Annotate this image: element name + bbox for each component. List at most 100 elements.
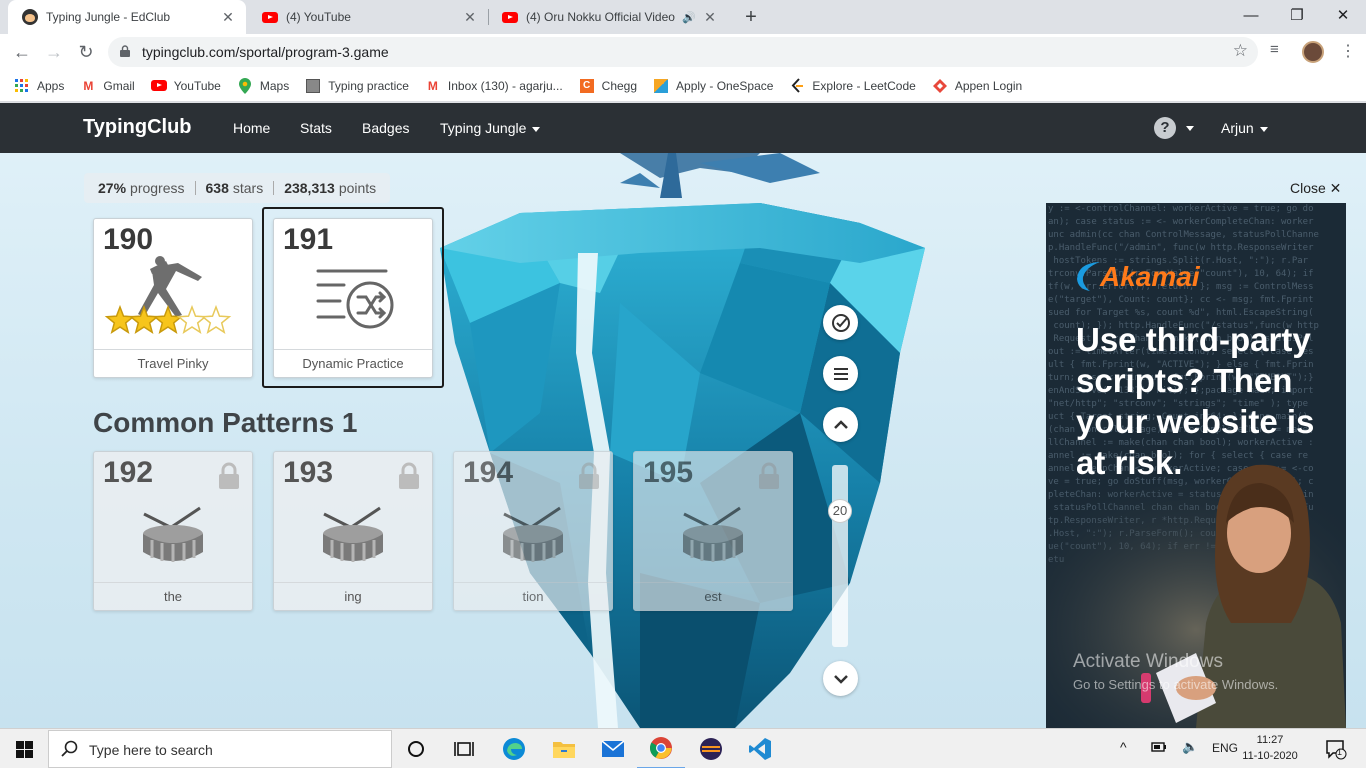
taskbar-search-box[interactable]: Type here to search xyxy=(48,730,392,768)
star-empty-icon xyxy=(200,304,232,334)
check-circle-icon xyxy=(831,313,850,332)
chevron-down-icon xyxy=(532,126,541,132)
bookmark-label: Typing practice xyxy=(328,78,409,93)
user-menu[interactable]: Arjun xyxy=(1221,120,1268,136)
chevron-down-icon[interactable] xyxy=(1186,126,1194,131)
bookmarks-bar: Apps M Gmail YouTube Maps Typing practic… xyxy=(0,70,1366,102)
reading-list-icon[interactable]: ≡ xyxy=(1270,41,1279,58)
youtube-favicon-icon xyxy=(262,9,278,25)
lesson-card-195[interactable]: 195 est xyxy=(633,451,793,611)
typingclub-favicon-icon xyxy=(22,9,38,25)
lesson-card-192[interactable]: 192 the xyxy=(93,451,253,611)
address-bar[interactable]: typingclub.com/sportal/program-3.game ☆ xyxy=(108,37,1258,67)
lesson-card-191[interactable]: 191 Dynamic Practice xyxy=(273,218,433,378)
scroll-down-button[interactable] xyxy=(823,661,858,696)
task-view-icon[interactable] xyxy=(440,729,488,768)
cortana-icon[interactable] xyxy=(392,729,440,768)
volume-icon[interactable]: 🔈 xyxy=(1182,739,1198,755)
mail-icon[interactable] xyxy=(589,729,637,768)
tab-youtube[interactable]: (4) YouTube ✕ xyxy=(248,0,488,34)
nav-typing-jungle[interactable]: Typing Jungle xyxy=(440,120,541,136)
chevron-down-icon xyxy=(833,674,848,684)
tab-close-icon[interactable]: ✕ xyxy=(462,9,478,26)
section-title: Common Patterns 1 xyxy=(93,407,358,438)
ad-close-button[interactable]: Close ✕ xyxy=(1290,180,1341,197)
map-scrollbar-track[interactable] xyxy=(832,465,848,647)
bookmark-leetcode[interactable]: Explore - LeetCode xyxy=(789,77,916,94)
back-arrow-icon[interactable]: ← xyxy=(9,39,35,65)
scroll-up-button[interactable] xyxy=(823,407,858,442)
new-tab-button[interactable]: + xyxy=(738,4,764,30)
menu-button[interactable] xyxy=(823,356,858,391)
bookmark-inbox[interactable]: M Inbox (130) - agarju... xyxy=(425,78,563,94)
vscode-icon[interactable] xyxy=(736,729,784,768)
appen-icon xyxy=(932,78,948,94)
bookmark-appen[interactable]: Appen Login xyxy=(932,78,1022,94)
bookmark-label: Apps xyxy=(37,78,65,93)
bookmark-maps[interactable]: Maps xyxy=(237,77,290,94)
maximize-button[interactable]: ❐ xyxy=(1274,0,1320,34)
forward-arrow-icon[interactable]: → xyxy=(41,39,67,65)
help-icon[interactable]: ? xyxy=(1154,117,1176,139)
nav-home[interactable]: Home xyxy=(233,120,270,136)
divider xyxy=(273,181,275,195)
clock[interactable]: 11:27 11-10-2020 xyxy=(1240,732,1300,764)
notification-center-icon[interactable]: 1 xyxy=(1325,738,1347,763)
maps-icon xyxy=(237,77,253,94)
lesson-card-194[interactable]: 194 tion xyxy=(453,451,613,611)
bookmark-youtube[interactable]: YouTube xyxy=(150,78,221,94)
nav-label: Typing Jungle xyxy=(440,120,527,136)
akamai-ad[interactable]: y := <-controlChannel: workerActive = tr… xyxy=(1046,203,1346,728)
bookmark-label: Maps xyxy=(259,78,290,93)
tab-title: (4) YouTube xyxy=(286,10,351,24)
akamai-swoosh-icon xyxy=(1077,262,1100,291)
chegg-icon: C xyxy=(579,78,595,94)
ad-headline: Use third-party scripts? Then your websi… xyxy=(1076,321,1315,481)
completed-lessons-button[interactable] xyxy=(823,305,858,340)
ad-brand: Akamai xyxy=(1100,261,1200,292)
close-window-button[interactable]: ✕ xyxy=(1320,0,1366,34)
language-indicator[interactable]: ENG xyxy=(1212,741,1238,755)
reload-icon[interactable]: ↻ xyxy=(73,39,99,65)
bookmark-onespace[interactable]: Apply - OneSpace xyxy=(653,78,773,94)
tab-oru-nokku[interactable]: (4) Oru Nokku Official Video 🔊 ✕ xyxy=(488,0,728,34)
lesson-card-193[interactable]: 193 ing xyxy=(273,451,433,611)
lesson-card-190[interactable]: 190 Travel Pinky xyxy=(93,218,253,378)
audio-playing-icon[interactable]: 🔊 xyxy=(682,11,696,24)
show-hidden-icons-chevron-icon[interactable]: ^ xyxy=(1120,739,1127,755)
points-count: 238,313 xyxy=(284,180,335,196)
bookmark-star-icon[interactable]: ☆ xyxy=(1233,41,1248,61)
file-explorer-icon[interactable] xyxy=(540,729,588,768)
eclipse-icon[interactable] xyxy=(687,729,735,768)
tab-typing-jungle[interactable]: Typing Jungle - EdClub ✕ xyxy=(8,0,246,34)
map-scrollbar-thumb[interactable]: 20 xyxy=(828,499,852,523)
battery-icon[interactable] xyxy=(1151,741,1167,756)
chevron-down-icon xyxy=(1259,126,1268,132)
lesson-title: est xyxy=(634,582,792,610)
onespace-icon xyxy=(653,78,669,94)
browser-menu-icon[interactable]: ⋮ xyxy=(1340,41,1356,61)
leetcode-icon xyxy=(789,77,805,94)
lesson-title: Dynamic Practice xyxy=(274,349,432,377)
typingclub-logo[interactable]: TypingClub xyxy=(83,116,192,139)
minimize-button[interactable]: — xyxy=(1228,0,1274,34)
bookmark-typing-practice[interactable]: Typing practice xyxy=(305,78,409,94)
lesson-title: tion xyxy=(454,582,612,610)
profile-avatar[interactable] xyxy=(1302,41,1324,63)
tab-close-icon[interactable]: ✕ xyxy=(220,9,236,26)
tab-close-icon[interactable]: ✕ xyxy=(702,9,718,26)
star-filled-icon xyxy=(128,304,160,334)
site-header: TypingClub Home Stats Badges Typing Jung… xyxy=(0,103,1366,153)
nav-stats[interactable]: Stats xyxy=(300,120,332,136)
nav-badges[interactable]: Badges xyxy=(362,120,409,136)
bookmark-gmail[interactable]: M Gmail xyxy=(80,78,134,94)
browser-tab-strip: Typing Jungle - EdClub ✕ (4) YouTube ✕ (… xyxy=(0,0,1366,34)
bookmark-label: Appen Login xyxy=(954,78,1023,93)
windows-taskbar: Type here to search ^ 🔈 ENG 11:27 11-10-… xyxy=(0,728,1366,768)
edge-browser-icon[interactable] xyxy=(490,729,538,768)
notification-count: 1 xyxy=(1337,747,1343,757)
chrome-icon[interactable] xyxy=(637,729,685,768)
bookmark-chegg[interactable]: C Chegg xyxy=(579,78,637,94)
start-button[interactable] xyxy=(0,729,48,768)
bookmark-apps[interactable]: Apps xyxy=(14,78,64,94)
